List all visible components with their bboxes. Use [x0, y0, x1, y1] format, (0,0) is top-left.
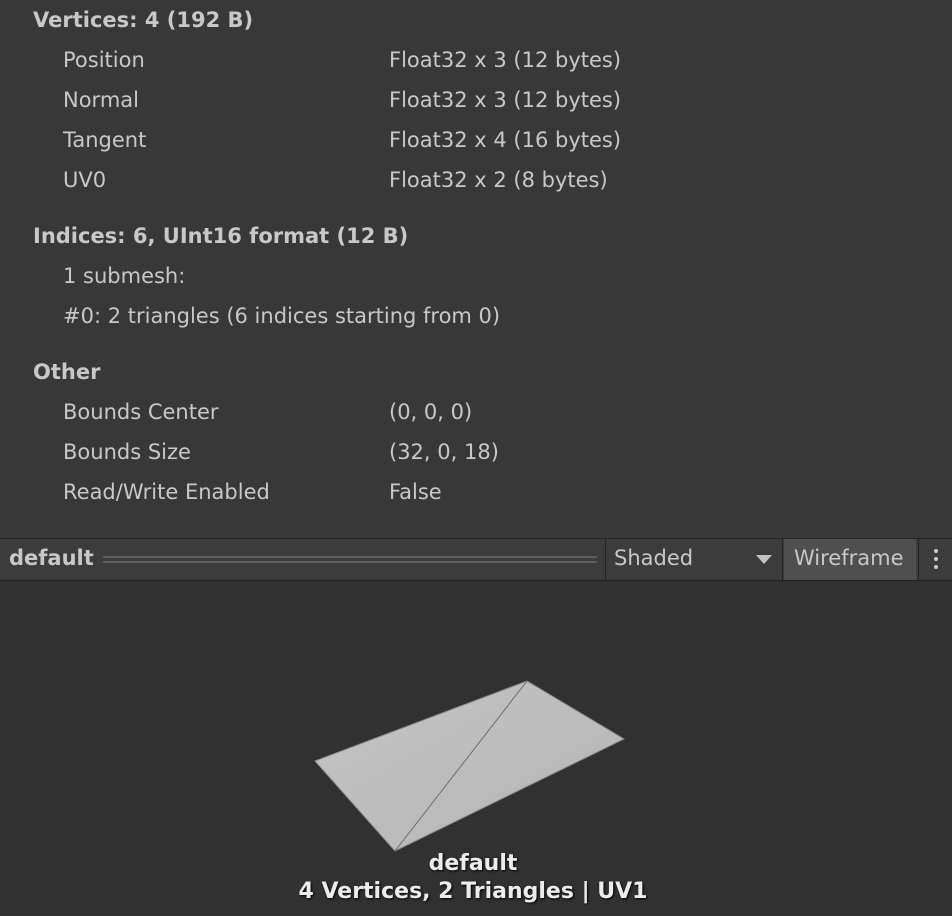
- wireframe-toggle[interactable]: Wireframe: [784, 539, 916, 580]
- vertex-attr-position-label: Position: [63, 48, 145, 72]
- mesh-quad: [314, 680, 626, 852]
- shading-mode-dropdown[interactable]: Shaded: [605, 539, 783, 580]
- chevron-down-icon: [756, 555, 772, 564]
- shading-mode-value: Shaded: [614, 546, 694, 570]
- preview-toolbar: default Shaded Wireframe: [0, 538, 952, 581]
- vertex-attr-normal-label: Normal: [63, 88, 139, 112]
- bounds-center-label: Bounds Center: [63, 400, 219, 424]
- kebab-menu-icon[interactable]: [918, 539, 952, 580]
- mesh-preview-viewport[interactable]: default 4 Vertices, 2 Triangles | UV1: [0, 581, 952, 916]
- bounds-size-value: (32, 0, 18): [389, 440, 499, 464]
- read-write-label: Read/Write Enabled: [63, 480, 270, 504]
- bounds-center-value: (0, 0, 0): [389, 400, 473, 424]
- mesh-info-panel: Vertices: 4 (192 B) Position Float32 x 3…: [0, 0, 952, 538]
- vertex-attr-tangent-label: Tangent: [63, 128, 147, 152]
- preview-mesh-stats: 4 Vertices, 2 Triangles | UV1: [298, 879, 648, 904]
- other-header: Other: [33, 360, 101, 384]
- wireframe-label: Wireframe: [794, 546, 904, 570]
- bounds-size-label: Bounds Size: [63, 440, 191, 464]
- vertex-attr-position-value: Float32 x 3 (12 bytes): [389, 48, 622, 72]
- vertex-attr-uv0-value: Float32 x 2 (8 bytes): [389, 168, 608, 192]
- indices-header: Indices: 6, UInt16 format (12 B): [33, 224, 409, 248]
- vertex-attr-normal-value: Float32 x 3 (12 bytes): [389, 88, 622, 112]
- vertex-attr-tangent-value: Float32 x 4 (16 bytes): [389, 128, 622, 152]
- vertex-attr-uv0-label: UV0: [63, 168, 107, 192]
- read-write-value: False: [389, 480, 442, 504]
- submesh-count: 1 submesh:: [63, 264, 186, 288]
- resize-grip[interactable]: [103, 556, 597, 563]
- preview-mesh-name: default: [428, 851, 518, 876]
- vertices-header: Vertices: 4 (192 B): [33, 8, 254, 32]
- preview-title: default: [9, 546, 94, 570]
- submesh-detail: #0: 2 triangles (6 indices starting from…: [63, 304, 501, 328]
- mesh-inspector: Vertices: 4 (192 B) Position Float32 x 3…: [0, 0, 952, 916]
